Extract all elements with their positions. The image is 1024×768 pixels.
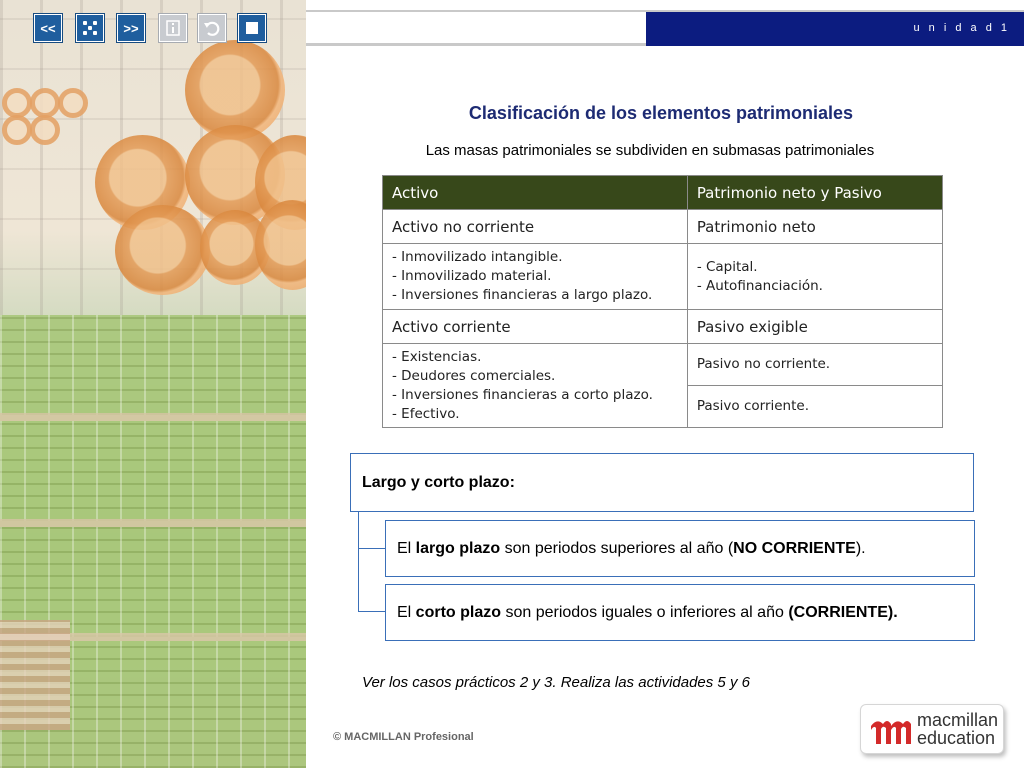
slide-subtitle: Las masas patrimoniales se subdividen en…: [425, 142, 875, 159]
logo-line1: macmillan: [917, 710, 999, 730]
corto-plazo-box: El corto plazo son periodos iguales o in…: [385, 584, 975, 641]
lumber-gap: [0, 519, 306, 527]
list-item: - Inmovilizado intangible.: [392, 249, 563, 265]
info-button[interactable]: [159, 14, 187, 42]
header-patrimonio-pasivo: Patrimonio neto y Pasivo: [686, 175, 944, 210]
pipe: [115, 205, 210, 295]
list-item: - Autofinanciación.: [696, 277, 823, 294]
cell-anc-items: - Inmovilizado intangible. - Inmovilizad…: [382, 243, 688, 310]
list-item: - Inmovilizado material.: [392, 268, 552, 284]
pipe-end: [2, 115, 32, 145]
dice-icon: [83, 21, 97, 35]
text-part: ).: [855, 539, 866, 557]
unit-bar: u n i d a d 1: [646, 12, 1024, 46]
lumber-stack: [0, 421, 306, 521]
logo-text: macmillan education: [917, 711, 998, 747]
list-item: - Inversiones financieras a largo plazo.: [392, 287, 653, 303]
table-header-row: Activo Patrimonio neto y Pasivo: [382, 175, 944, 210]
cell-activo-corriente: Activo corriente: [382, 309, 688, 344]
table-row: Activo no corriente Patrimonio neto: [382, 209, 944, 244]
cell-pasivo-no-corriente: Pasivo no corriente.: [686, 343, 944, 386]
corto-plazo-text: El corto plazo son periodos iguales o in…: [397, 602, 898, 623]
list-item: - Efectivo.: [392, 405, 460, 422]
text-bold: (CORRIENTE).: [788, 604, 898, 621]
text-bold: corto plazo: [415, 604, 502, 621]
next-button[interactable]: >>: [117, 14, 145, 42]
tree-connector: [358, 512, 359, 612]
prev-button[interactable]: <<: [34, 14, 62, 42]
text-part: son periodos superiores al año (: [500, 539, 734, 557]
tree-connector: [358, 548, 385, 549]
cell-pasivo-exigible: Pasivo exigible: [686, 309, 944, 344]
activities-note: Ver los casos prácticos 2 y 3. Realiza l…: [362, 674, 750, 691]
pipe-end: [30, 115, 60, 145]
largo-plazo-box: El largo plazo son periodos superiores a…: [385, 520, 975, 577]
lumber-gap: [0, 413, 306, 421]
tree-connector: [358, 611, 385, 612]
largo-plazo-text: El largo plazo son periodos superiores a…: [397, 540, 866, 558]
text-part: son periodos iguales o inferiores al año: [501, 604, 789, 621]
pipe-end: [30, 88, 60, 118]
cell-activo-no-corriente: Activo no corriente: [382, 209, 688, 244]
pipe-end: [2, 88, 32, 118]
pipe-end: [58, 88, 88, 118]
table-row: Activo corriente Pasivo exigible: [382, 309, 944, 344]
stop-icon: [246, 22, 258, 34]
wood-stack: [0, 620, 70, 730]
info-icon: [166, 20, 180, 36]
list-item: - Capital.: [696, 258, 758, 275]
cell-ac-items: - Existencias. - Deudores comerciales. -…: [382, 343, 688, 428]
text-part: El: [397, 539, 416, 557]
macmillan-logo: macmillan education: [860, 704, 1004, 754]
logo-line2: education: [917, 728, 996, 748]
cell-pasivo-corriente: Pasivo corriente.: [686, 385, 944, 428]
plazo-heading-box: Largo y corto plazo:: [350, 453, 974, 512]
text-part: El: [397, 604, 416, 621]
copyright: © MACMILLAN Profesional: [333, 731, 474, 743]
cell-patrimonio-neto: Patrimonio neto: [686, 209, 944, 244]
undo-button[interactable]: [198, 14, 226, 42]
table-row: - Inmovilizado intangible. - Inmovilizad…: [382, 243, 944, 310]
text-bold: NO CORRIENTE: [733, 539, 856, 557]
lumber-stack: [0, 315, 306, 415]
patrimonio-table: Activo Patrimonio neto y Pasivo Activo n…: [382, 175, 944, 428]
undo-icon: [204, 21, 220, 36]
header-activo: Activo: [382, 175, 688, 210]
list-item: - Inversiones financieras a corto plazo.: [392, 386, 653, 403]
slide-title: Clasificación de los elementos patrimoni…: [468, 103, 854, 123]
plazo-heading: Largo y corto plazo:: [362, 473, 515, 491]
unit-label: u n i d a d 1: [913, 22, 1010, 34]
table-row: - Existencias. - Deudores comerciales. -…: [382, 343, 944, 428]
cell-pn-items: - Capital. - Autofinanciación.: [686, 243, 944, 310]
list-item: - Deudores comerciales.: [392, 367, 556, 384]
stop-button[interactable]: [238, 14, 266, 42]
menu-button[interactable]: [76, 14, 104, 42]
list-item: - Existencias.: [392, 348, 482, 365]
macmillan-logo-icon: [871, 721, 911, 744]
header-underline: [306, 43, 646, 46]
text-bold: largo plazo: [415, 539, 501, 557]
background-photo: [0, 0, 306, 768]
